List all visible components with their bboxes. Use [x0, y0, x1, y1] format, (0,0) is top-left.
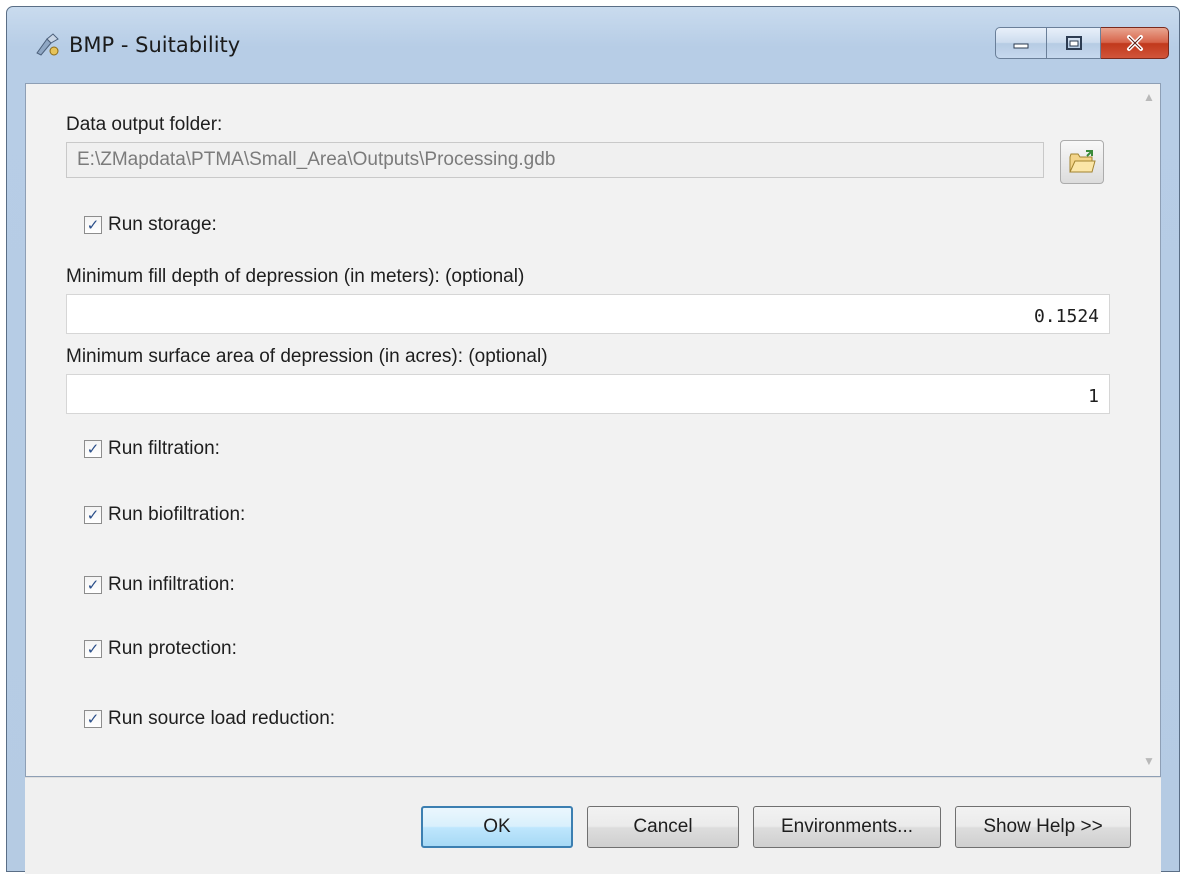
run-biofiltration-row[interactable]: ✓ Run biofiltration:: [84, 502, 245, 528]
run-biofiltration-checkbox[interactable]: ✓: [84, 506, 102, 524]
run-protection-label: Run protection:: [108, 638, 237, 659]
min-surface-area-label: Minimum surface area of depression (in a…: [66, 346, 548, 367]
run-protection-checkbox[interactable]: ✓: [84, 640, 102, 658]
vertical-scrollbar[interactable]: ▲ ▼: [1138, 84, 1160, 776]
button-bar: OK Cancel Environments... Show Help >>: [25, 777, 1161, 874]
close-button[interactable]: [1101, 27, 1169, 59]
window-title: BMP - Suitability: [69, 33, 241, 57]
min-fill-depth-label: Minimum fill depth of depression (in met…: [66, 266, 525, 287]
run-source-load-label: Run source load reduction:: [108, 708, 336, 729]
min-fill-depth-input[interactable]: 0.1524: [66, 294, 1110, 334]
run-filtration-checkbox[interactable]: ✓: [84, 440, 102, 458]
run-infiltration-row[interactable]: ✓ Run infiltration:: [84, 572, 235, 598]
run-storage-label: Run storage:: [108, 214, 217, 235]
scroll-down-arrow-icon[interactable]: ▼: [1143, 754, 1155, 768]
show-help-button[interactable]: Show Help >>: [955, 806, 1131, 848]
dialog-window: BMP - Suitability ▲ ▼ Data output folder…: [6, 6, 1180, 874]
checkmark-icon: ✓: [86, 439, 100, 458]
run-filtration-row[interactable]: ✓ Run filtration:: [84, 436, 220, 462]
run-biofiltration-label: Run biofiltration:: [108, 504, 246, 525]
browse-folder-button[interactable]: [1060, 140, 1104, 184]
cancel-button[interactable]: Cancel: [587, 806, 739, 848]
checkmark-icon: ✓: [86, 215, 100, 234]
run-infiltration-label: Run infiltration:: [108, 574, 235, 595]
open-folder-icon: [1069, 150, 1096, 173]
run-infiltration-checkbox[interactable]: ✓: [84, 576, 102, 594]
minimize-button[interactable]: [995, 27, 1047, 59]
min-surface-area-input[interactable]: 1: [66, 374, 1110, 414]
run-protection-row[interactable]: ✓ Run protection:: [84, 636, 237, 662]
run-source-load-row[interactable]: ✓ Run source load reduction:: [84, 706, 335, 732]
checkmark-icon: ✓: [86, 505, 100, 524]
ok-button[interactable]: OK: [421, 806, 573, 848]
minimize-icon: [1013, 43, 1029, 49]
output-folder-input[interactable]: E:\ZMapdata\PTMA\Small_Area\Outputs\Proc…: [66, 142, 1044, 178]
output-folder-label: Data output folder:: [66, 114, 223, 135]
checkmark-icon: ✓: [86, 575, 100, 594]
toolbox-tool-icon: [36, 33, 59, 56]
run-source-load-checkbox[interactable]: ✓: [84, 710, 102, 728]
parameters-panel: ▲ ▼ Data output folder: E:\ZMapdata\PTMA…: [25, 83, 1161, 777]
checkmark-icon: ✓: [86, 639, 100, 658]
caption-buttons: [995, 27, 1169, 61]
run-storage-row[interactable]: ✓ Run storage:: [84, 212, 217, 238]
close-icon: [1126, 35, 1143, 51]
maximize-icon: [1065, 36, 1082, 50]
run-filtration-label: Run filtration:: [108, 438, 220, 459]
title-bar[interactable]: BMP - Suitability: [7, 7, 1179, 83]
environments-button[interactable]: Environments...: [753, 806, 941, 848]
run-storage-checkbox[interactable]: ✓: [84, 216, 102, 234]
checkmark-icon: ✓: [86, 709, 100, 728]
maximize-button[interactable]: [1047, 27, 1101, 59]
scroll-up-arrow-icon[interactable]: ▲: [1143, 90, 1155, 104]
